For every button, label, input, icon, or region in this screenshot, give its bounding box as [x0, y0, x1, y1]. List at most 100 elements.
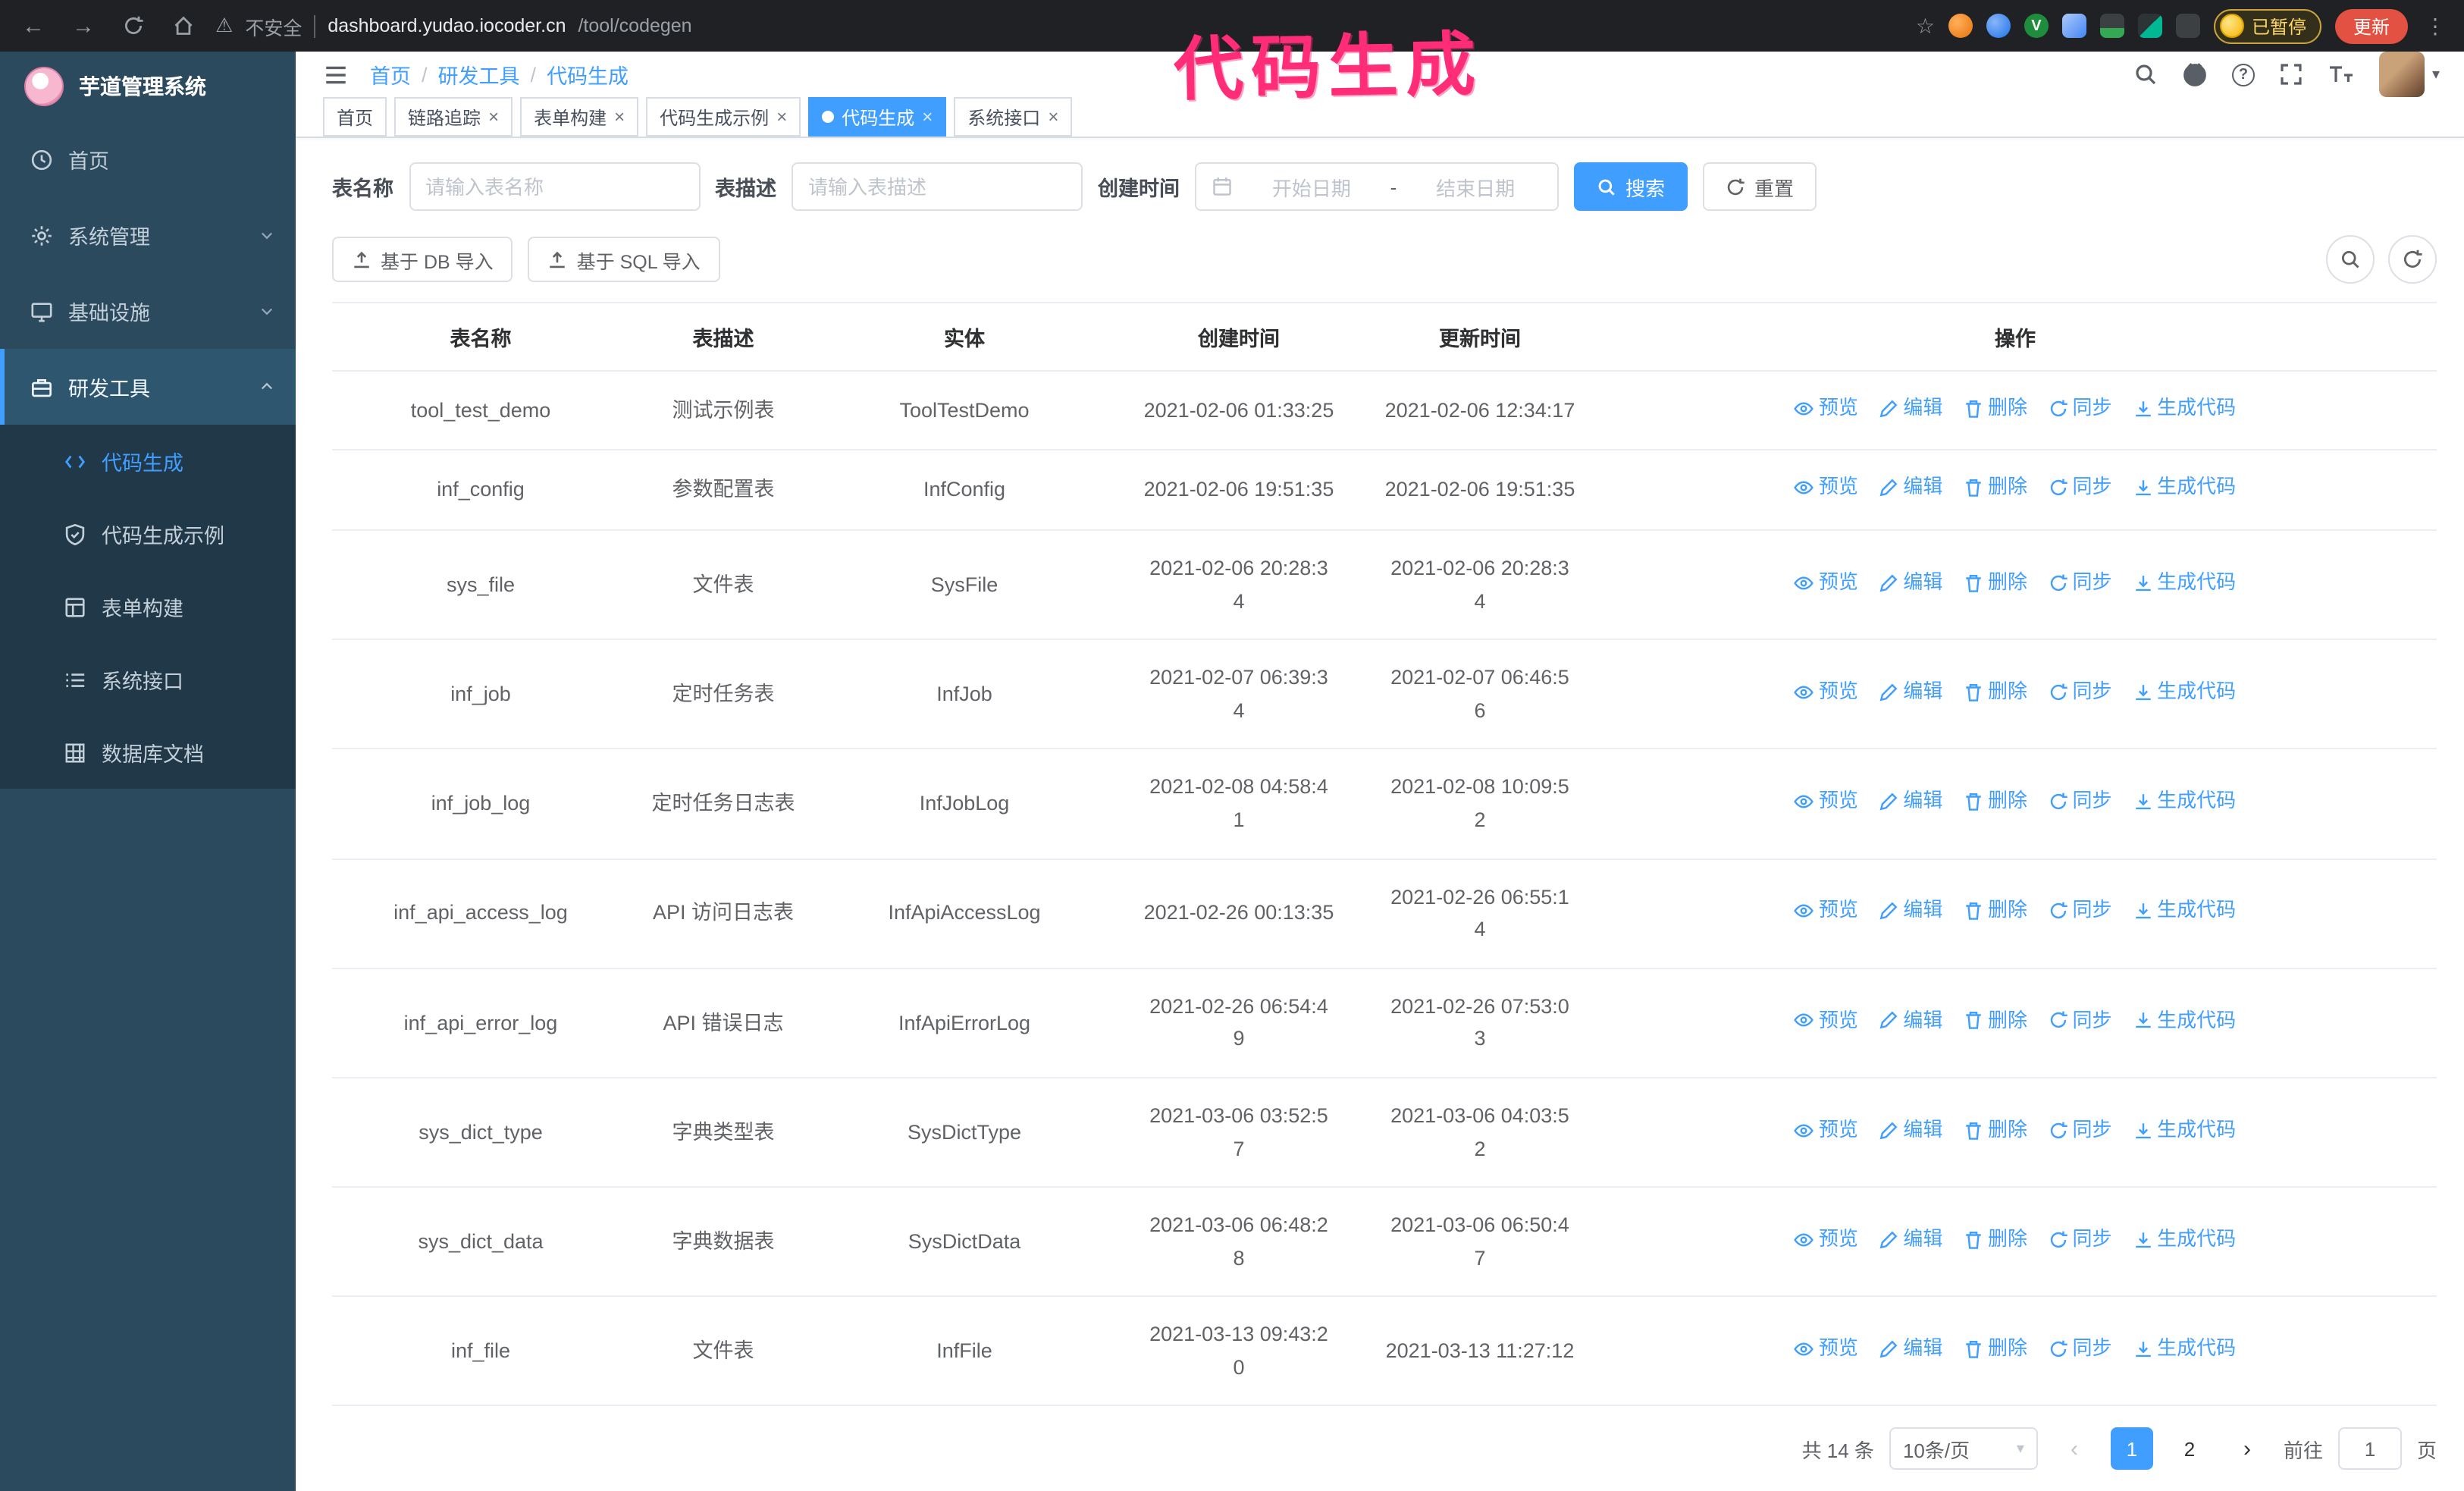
github-icon[interactable]	[2182, 61, 2208, 87]
delete-link[interactable]: 删除	[1964, 1224, 2027, 1256]
search-icon[interactable]	[2133, 62, 2158, 86]
page-button-1[interactable]: 1	[2110, 1427, 2153, 1471]
edit-link[interactable]: 编辑	[1879, 786, 1942, 818]
delete-link[interactable]: 删除	[1964, 896, 2027, 928]
edit-link[interactable]: 编辑	[1879, 393, 1942, 425]
edit-link[interactable]: 编辑	[1879, 896, 1942, 928]
page-button-2[interactable]: 2	[2168, 1428, 2211, 1471]
prev-page-button[interactable]: ‹	[2053, 1428, 2096, 1471]
browser-back-button[interactable]: ←	[15, 8, 52, 44]
paused-badge[interactable]: 已暂停	[2213, 8, 2321, 43]
sync-link[interactable]: 同步	[2049, 1115, 2112, 1147]
preview-link[interactable]: 预览	[1795, 393, 1858, 425]
toggle-search-button[interactable]	[2326, 235, 2375, 284]
delete-link[interactable]: 删除	[1964, 1005, 2027, 1037]
preview-link[interactable]: 预览	[1795, 676, 1858, 708]
close-icon[interactable]: ×	[776, 108, 787, 126]
user-menu[interactable]: ▾	[2378, 52, 2440, 97]
preview-link[interactable]: 预览	[1795, 896, 1858, 928]
extension-icon[interactable]	[1948, 14, 1973, 38]
browser-home-button[interactable]	[165, 8, 202, 44]
close-icon[interactable]: ×	[614, 108, 625, 126]
generate-code-link[interactable]: 生成代码	[2133, 786, 2236, 818]
puzzle-extension-icon[interactable]	[2175, 14, 2200, 38]
fullscreen-icon[interactable]	[2279, 62, 2303, 86]
import-db-button[interactable]: 基于 DB 导入	[332, 237, 513, 282]
help-icon[interactable]: ?	[2231, 63, 2255, 86]
next-page-button[interactable]: ›	[2226, 1428, 2268, 1471]
sync-link[interactable]: 同步	[2049, 567, 2112, 599]
extension-check-icon[interactable]: V	[2024, 14, 2049, 38]
preview-link[interactable]: 预览	[1795, 567, 1858, 599]
sync-link[interactable]: 同步	[2049, 472, 2112, 504]
tab-system-api[interactable]: 系统接口 ×	[954, 97, 1073, 137]
generate-code-link[interactable]: 生成代码	[2133, 1224, 2236, 1256]
chrome-update-button[interactable]: 更新	[2334, 8, 2408, 43]
sidebar-item-system-api[interactable]: 系统接口	[0, 643, 296, 716]
browser-reload-button[interactable]	[115, 8, 152, 44]
extension-icon[interactable]	[1986, 14, 2011, 38]
delete-link[interactable]: 删除	[1964, 1333, 2027, 1365]
generate-code-link[interactable]: 生成代码	[2133, 567, 2236, 599]
generate-code-link[interactable]: 生成代码	[2133, 896, 2236, 928]
sidebar-item-codegen[interactable]: 代码生成	[0, 425, 296, 498]
tab-tracing[interactable]: 链路追踪 ×	[394, 97, 513, 137]
edit-link[interactable]: 编辑	[1879, 1224, 1942, 1256]
generate-code-link[interactable]: 生成代码	[2133, 472, 2236, 504]
tab-codegen-example[interactable]: 代码生成示例 ×	[646, 97, 801, 137]
table-name-input[interactable]	[409, 162, 700, 211]
sync-link[interactable]: 同步	[2049, 896, 2112, 928]
close-icon[interactable]: ×	[1048, 108, 1058, 126]
generate-code-link[interactable]: 生成代码	[2133, 1333, 2236, 1365]
sync-link[interactable]: 同步	[2049, 1224, 2112, 1256]
preview-link[interactable]: 预览	[1795, 472, 1858, 504]
delete-link[interactable]: 删除	[1964, 567, 2027, 599]
delete-link[interactable]: 删除	[1964, 472, 2027, 504]
extension-icon[interactable]	[2137, 14, 2162, 38]
sidebar-item-dev-tools[interactable]: 研发工具	[0, 349, 296, 425]
edit-link[interactable]: 编辑	[1879, 472, 1942, 504]
sidebar-item-system[interactable]: 系统管理	[0, 197, 296, 273]
delete-link[interactable]: 删除	[1964, 1115, 2027, 1147]
bookmark-star-icon[interactable]: ☆	[1916, 13, 1935, 39]
breadcrumb-home[interactable]: 首页	[370, 59, 411, 89]
font-size-icon[interactable]	[2328, 62, 2355, 86]
sync-link[interactable]: 同步	[2049, 393, 2112, 425]
edit-link[interactable]: 编辑	[1879, 567, 1942, 599]
tab-home[interactable]: 首页	[323, 97, 387, 137]
collapse-sidebar-icon[interactable]	[323, 61, 349, 87]
generate-code-link[interactable]: 生成代码	[2133, 1005, 2236, 1037]
preview-link[interactable]: 预览	[1795, 1115, 1858, 1147]
edit-link[interactable]: 编辑	[1879, 1005, 1942, 1037]
extension-icon[interactable]	[2061, 14, 2086, 38]
page-size-select[interactable]: 10条/页 ▾	[1889, 1427, 2038, 1471]
import-sql-button[interactable]: 基于 SQL 导入	[528, 237, 720, 282]
browser-forward-button[interactable]: →	[65, 8, 102, 44]
breadcrumb-dev-tools[interactable]: 研发工具	[438, 59, 520, 89]
sidebar-item-db-docs[interactable]: 数据库文档	[0, 716, 296, 789]
search-button[interactable]: 搜索	[1574, 162, 1688, 211]
preview-link[interactable]: 预览	[1795, 1005, 1858, 1037]
sync-link[interactable]: 同步	[2049, 676, 2112, 708]
close-icon[interactable]: ×	[488, 108, 499, 126]
sidebar-item-form-builder[interactable]: 表单构建	[0, 570, 296, 643]
preview-link[interactable]: 预览	[1795, 1333, 1858, 1365]
sync-link[interactable]: 同步	[2049, 786, 2112, 818]
extension-icon[interactable]	[2099, 14, 2124, 38]
edit-link[interactable]: 编辑	[1879, 1333, 1942, 1365]
edit-link[interactable]: 编辑	[1879, 1115, 1942, 1147]
generate-code-link[interactable]: 生成代码	[2133, 676, 2236, 708]
delete-link[interactable]: 删除	[1964, 786, 2027, 818]
generate-code-link[interactable]: 生成代码	[2133, 393, 2236, 425]
preview-link[interactable]: 预览	[1795, 1224, 1858, 1256]
address-bar[interactable]: ⚠ 不安全 dashboard.yudao.iocoder.cn/tool/co…	[215, 11, 1935, 40]
delete-link[interactable]: 删除	[1964, 676, 2027, 708]
reset-button[interactable]: 重置	[1703, 162, 1817, 211]
generate-code-link[interactable]: 生成代码	[2133, 1115, 2236, 1147]
table-desc-input[interactable]	[792, 162, 1083, 211]
refresh-table-button[interactable]	[2388, 235, 2437, 284]
goto-page-input[interactable]	[2337, 1427, 2402, 1471]
sync-link[interactable]: 同步	[2049, 1005, 2112, 1037]
delete-link[interactable]: 删除	[1964, 393, 2027, 425]
close-icon[interactable]: ×	[922, 108, 933, 126]
